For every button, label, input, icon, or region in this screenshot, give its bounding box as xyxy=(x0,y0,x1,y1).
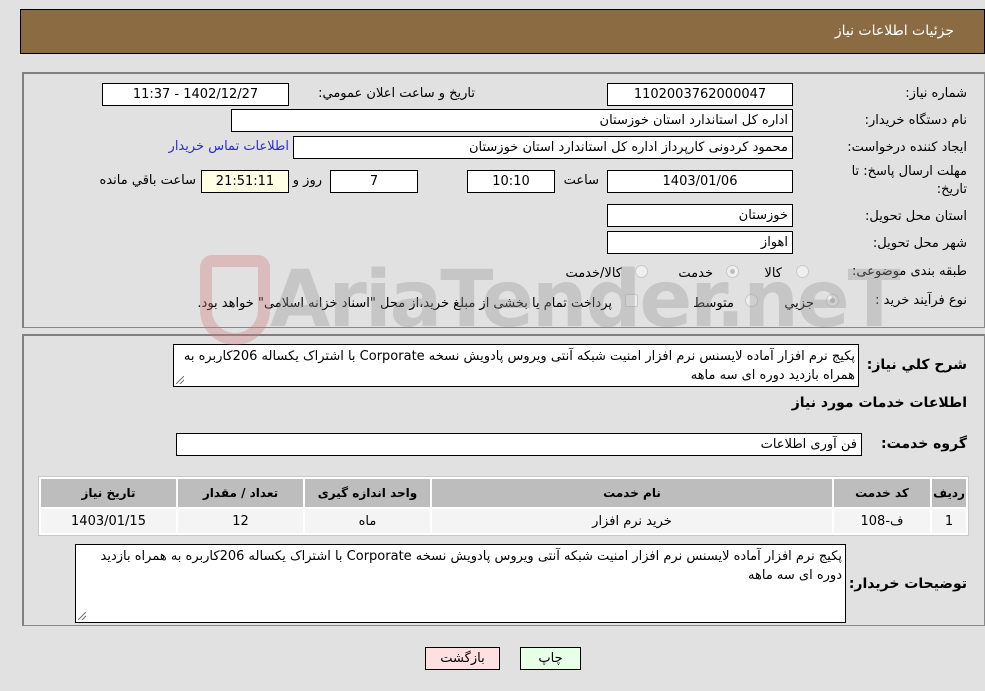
days-label: روز و xyxy=(292,173,322,188)
cell-unit: ماه xyxy=(305,509,430,533)
table-row: 1 ف-108 خريد نرم افزار ماه 12 1403/01/15 xyxy=(41,509,966,533)
buyer-notes-text: پکیج نرم افزار آماده لایسنس نرم افزار ام… xyxy=(100,549,842,583)
creator-field: محمود کردونی کارپرداز اداره کل استاندارد… xyxy=(293,136,793,159)
announce-label: تاريخ و ساعت اعلان عمومي: xyxy=(318,86,475,101)
resize-handle-icon[interactable] xyxy=(78,612,86,620)
category-radio-service[interactable] xyxy=(726,265,739,278)
process-option-medium: متوسط xyxy=(693,296,734,311)
col-service-name: نام خدمت xyxy=(432,479,832,507)
category-radio-goods-service[interactable] xyxy=(635,265,648,278)
page-header: جزئیات اطلاعات نیاز xyxy=(20,9,985,54)
cell-row-number: 1 xyxy=(932,509,966,533)
treasury-note: پرداخت تمام يا بخشی از مبلغ خريد،از محل … xyxy=(197,296,612,311)
category-radio-goods[interactable] xyxy=(796,265,809,278)
deadline-time-field: 10:10 xyxy=(467,170,555,193)
cell-need-date: 1403/01/15 xyxy=(41,509,176,533)
province-field: خوزستان xyxy=(607,204,793,227)
back-button[interactable]: بازگشت xyxy=(425,647,500,670)
cell-service-code: ف-108 xyxy=(834,509,930,533)
description-text: پکیج نرم افزار آماده لایسنس نرم افزار ام… xyxy=(183,349,855,383)
province-label: استان محل تحويل: xyxy=(865,209,967,224)
services-table: رديف کد خدمت نام خدمت واحد اندازه گيری ت… xyxy=(38,476,969,536)
deadline-label-date: تاريخ: xyxy=(936,182,967,197)
deadline-label: مهلت ارسال پاسخ: تا xyxy=(851,164,967,179)
buyer-org-label: نام دستگاه خريدار: xyxy=(864,113,967,128)
print-button[interactable]: چاپ xyxy=(520,647,581,670)
page-title: جزئیات اطلاعات نیاز xyxy=(834,23,954,39)
deadline-date-field: 1403/01/06 xyxy=(607,170,793,193)
process-radio-medium[interactable] xyxy=(745,294,758,307)
category-option-goods: کالا xyxy=(764,266,782,281)
col-row-number: رديف xyxy=(932,479,966,507)
col-service-code: کد خدمت xyxy=(834,479,930,507)
cell-service-name: خريد نرم افزار xyxy=(432,509,832,533)
category-label: طبقه بندی موضوعی: xyxy=(851,264,967,279)
announce-field: 1402/12/27 - 11:37 xyxy=(102,83,289,106)
buyer-contact-link[interactable]: اطلاعات تماس خريدار xyxy=(169,139,289,154)
category-option-service: خدمت xyxy=(678,266,713,281)
city-field: اهواز xyxy=(607,231,793,254)
need-number-field: 1102003762000047 xyxy=(607,83,793,106)
col-quantity: تعداد / مقدار xyxy=(178,479,303,507)
table-header-row: رديف کد خدمت نام خدمت واحد اندازه گيری ت… xyxy=(41,479,966,507)
service-group-label: گروه خدمت: xyxy=(881,436,967,452)
time-label: ساعت xyxy=(563,173,599,188)
creator-label: ايجاد کننده درخواست: xyxy=(847,140,967,155)
buyer-notes-textarea[interactable]: پکیج نرم افزار آماده لایسنس نرم افزار ام… xyxy=(75,544,846,623)
process-label: نوع فرآيند خريد : xyxy=(875,293,967,308)
col-unit: واحد اندازه گيری xyxy=(305,479,430,507)
description-textarea[interactable]: پکیج نرم افزار آماده لایسنس نرم افزار ام… xyxy=(173,344,859,387)
col-need-date: تاريخ نياز xyxy=(41,479,176,507)
days-remaining-field: 7 xyxy=(330,170,418,193)
services-heading: اطلاعات خدمات مورد نياز xyxy=(791,395,967,411)
buyer-notes-label: توضيحات خريدار: xyxy=(848,576,967,592)
service-group-field: فن آوری اطلاعات xyxy=(176,433,862,456)
category-option-goods-service: کالا/خدمت xyxy=(565,266,622,281)
city-label: شهر محل تحويل: xyxy=(872,236,967,251)
remaining-time-field: 21:51:11 xyxy=(201,170,289,193)
remaining-time-label: ساعت باقي مانده xyxy=(99,173,196,188)
process-radio-minor[interactable] xyxy=(826,294,839,307)
description-label: شرح کلي نياز: xyxy=(866,357,967,373)
buyer-org-field: اداره کل استاندارد استان خوزستان xyxy=(231,109,793,132)
process-option-minor: جزيي xyxy=(784,296,814,311)
treasury-checkbox[interactable] xyxy=(625,294,638,307)
resize-handle-icon[interactable] xyxy=(176,376,184,384)
cell-quantity: 12 xyxy=(178,509,303,533)
need-number-label: شماره نیاز: xyxy=(905,86,967,101)
